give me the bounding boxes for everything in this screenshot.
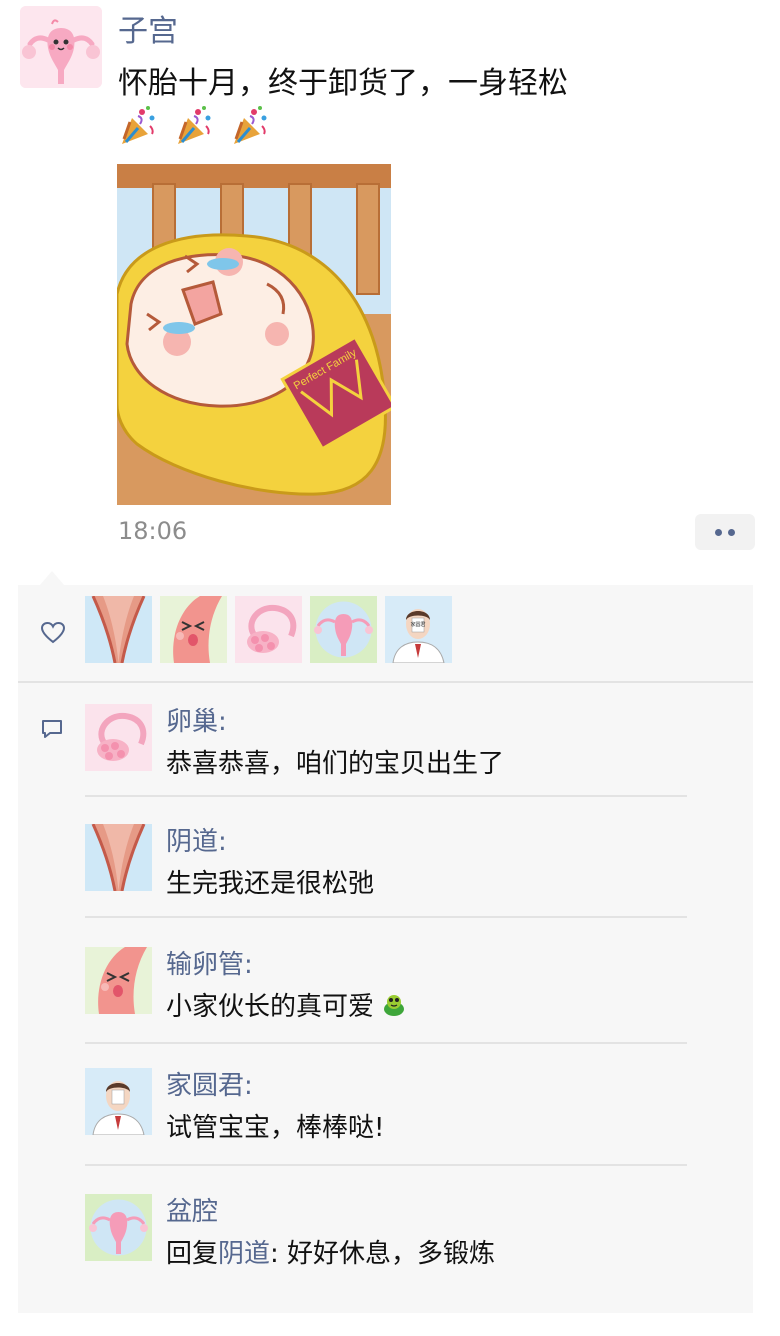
liker-avatar-ovary[interactable] xyxy=(235,596,302,663)
commenter-avatar-vagina[interactable] xyxy=(85,824,152,891)
dot-icon xyxy=(715,528,722,536)
party-popper-icon xyxy=(174,104,214,148)
comment-item[interactable]: 家圆君: 试管宝宝，棒棒哒! xyxy=(85,1068,685,1178)
dot-icon xyxy=(728,528,735,536)
commenter-avatar-ovary[interactable] xyxy=(85,704,152,771)
post-time: 18:06 xyxy=(118,517,188,545)
commenter-avatar-doctor[interactable] xyxy=(85,1068,152,1135)
liker-avatar-vagina[interactable] xyxy=(85,596,152,663)
heart-icon xyxy=(40,620,66,646)
reply-prefix: 回复 xyxy=(166,1239,219,1269)
comment-text: 生完我还是很松弛 xyxy=(166,869,375,899)
comment-divider xyxy=(85,916,687,918)
comment-icon xyxy=(40,717,64,741)
commenter-name[interactable]: 盆腔 xyxy=(166,1194,218,1230)
party-popper-icon xyxy=(118,104,158,148)
commenter-avatar-pelvis[interactable] xyxy=(85,1194,152,1261)
author-name[interactable]: 子宫 xyxy=(118,12,178,52)
likes-divider xyxy=(18,681,753,683)
comment-item[interactable]: 盆腔 回复阴道: 好好休息，多锻炼 xyxy=(85,1194,685,1304)
commenter-avatar-fallopian-tube[interactable] xyxy=(85,947,152,1014)
comment-item[interactable]: 输卵管: 小家伙长的真可爱 xyxy=(85,947,685,1057)
panel-caret xyxy=(40,571,64,585)
comment-item[interactable]: 卵巢: 恭喜恭喜，咱们的宝贝出生了 xyxy=(85,704,685,814)
commenter-name[interactable]: 家圆君: xyxy=(166,1068,253,1104)
post-text: 怀胎十月，终于卸货了，一身轻松 xyxy=(118,66,568,101)
party-popper-icon xyxy=(230,104,270,148)
commenter-name[interactable]: 输卵管: xyxy=(166,947,253,983)
commenter-name[interactable]: 卵巢: xyxy=(166,704,227,740)
comment-text-row: 小家伙长的真可爱 xyxy=(166,989,408,1025)
liker-avatar-pelvis[interactable] xyxy=(310,596,377,663)
more-actions-button[interactable] xyxy=(695,514,755,550)
interaction-panel: 家圆君 卵巢: 恭喜恭喜，咱们的宝贝出生了 阴道: 生完我还是很松弛 输卵管: … xyxy=(18,585,753,1313)
comment-text-row: 回复阴道: 好好休息，多锻炼 xyxy=(166,1236,495,1272)
reply-colon: : xyxy=(270,1239,279,1269)
comment-divider xyxy=(85,795,687,797)
post-image[interactable]: Perfect Family xyxy=(117,164,391,505)
comment-divider xyxy=(85,1164,687,1166)
author-avatar[interactable] xyxy=(20,6,102,88)
liker-avatar-doctor[interactable]: 家圆君 xyxy=(385,596,452,663)
post-emoji-row xyxy=(118,104,270,150)
liker-avatar-fallopian-tube[interactable] xyxy=(160,596,227,663)
comment-divider xyxy=(85,1042,687,1044)
likes-row: 家圆君 xyxy=(18,585,753,681)
doctor-badge-text: 家圆君 xyxy=(410,621,425,628)
reply-to-name[interactable]: 阴道 xyxy=(218,1239,270,1269)
moments-page: 子宫 怀胎十月，终于卸货了，一身轻松 Perfect Family 18:06 … xyxy=(0,0,780,1336)
comment-text: 好好休息，多锻炼 xyxy=(278,1239,496,1269)
comment-text: 试管宝宝，棒棒哒! xyxy=(166,1113,385,1143)
green-frog-icon xyxy=(380,991,408,1019)
comment-text: 小家伙长的真可爱 xyxy=(166,992,375,1022)
comment-text: 恭喜恭喜，咱们的宝贝出生了 xyxy=(166,749,505,779)
commenter-name[interactable]: 阴道: xyxy=(166,824,227,860)
